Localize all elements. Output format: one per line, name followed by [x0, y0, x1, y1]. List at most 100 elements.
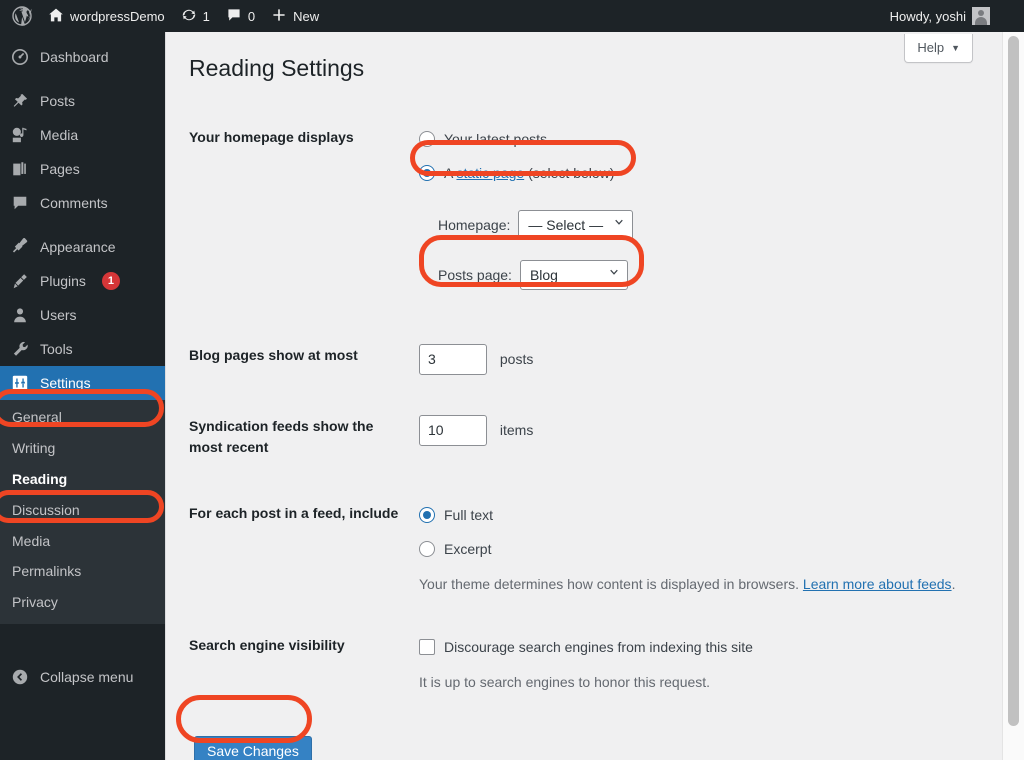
sidebar-divider — [0, 74, 165, 84]
search-visibility-description: It is up to search engines to honor this… — [419, 674, 711, 691]
pages-icon — [10, 159, 30, 179]
settings-submenu: General Writing Reading Discussion Media… — [0, 400, 165, 625]
sidebar-item-label: Appearance — [40, 239, 116, 255]
row-label: Search engine visibility — [189, 637, 345, 654]
row-search-engine-visibility: Search engine visibility Discourage sear… — [189, 608, 979, 706]
main-content: Help ▼ Reading Settings Your homepage di… — [165, 32, 1002, 760]
posts-per-page-input[interactable]: 3 — [419, 344, 487, 375]
admin-bar-right-group: Howdy, yoshi — [882, 0, 1024, 32]
chevron-down-icon — [608, 266, 620, 284]
option-latest-posts-label: Your latest posts — [444, 130, 547, 147]
row-field: Full text Excerpt Your theme determines … — [419, 502, 979, 594]
settings-sliders-icon — [10, 373, 30, 393]
chevron-left-circle-icon — [10, 667, 30, 687]
learn-more-feeds-link[interactable]: Learn more about feeds — [803, 576, 952, 592]
feed-include-description: Your theme determines how content is dis… — [419, 574, 964, 594]
pin-icon — [10, 91, 30, 111]
radio-excerpt[interactable] — [419, 541, 435, 557]
comments-count: 0 — [247, 8, 256, 24]
sidebar-subitem-media[interactable]: Media — [0, 526, 165, 557]
row-blog-pages: Blog pages show at most 3 posts — [189, 302, 979, 389]
row-feed-include: For each post in a feed, include Full te… — [189, 472, 979, 608]
sidebar-item-dashboard[interactable]: Dashboard — [0, 40, 165, 74]
new-content-label: New — [293, 8, 320, 24]
discourage-search-engines-label: Discourage search engines from indexing … — [444, 638, 753, 655]
row-field: Your latest posts A static page (select … — [419, 126, 979, 292]
static-page-link[interactable]: static page — [456, 165, 524, 181]
dashboard-icon — [10, 47, 30, 67]
site-name-menu[interactable]: wordpressDemo — [40, 0, 173, 32]
sidebar-item-appearance[interactable]: Appearance — [0, 230, 165, 264]
collapse-menu-button[interactable]: Collapse menu — [0, 660, 165, 694]
sidebar-subitem-discussion[interactable]: Discussion — [0, 495, 165, 526]
my-account-menu[interactable]: Howdy, yoshi — [882, 0, 998, 32]
page-scrollbar[interactable] — [1002, 32, 1024, 760]
comments-menu[interactable]: 0 — [218, 0, 263, 32]
avatar — [972, 7, 990, 25]
posts-page-select-row: Posts page: Blog — [438, 258, 979, 292]
row-field: 3 posts — [419, 344, 979, 375]
user-icon — [10, 305, 30, 325]
posts-page-select[interactable]: Blog — [519, 260, 628, 290]
content-left-border — [165, 32, 166, 760]
option-static-page[interactable]: A static page (select below) — [419, 160, 979, 186]
option-full-text[interactable]: Full text — [419, 502, 979, 528]
comment-bubble-icon — [226, 7, 242, 26]
discourage-search-engines-checkbox[interactable] — [419, 639, 435, 656]
plug-icon — [10, 271, 30, 291]
sidebar-menu: Dashboard Posts Media Pages Comments App… — [0, 32, 165, 400]
updates-icon — [181, 7, 197, 26]
sidebar-subitem-permalinks[interactable]: Permalinks — [0, 556, 165, 587]
radio-static-page[interactable] — [419, 165, 435, 181]
sidebar-item-comments[interactable]: Comments — [0, 186, 165, 220]
sidebar-subitem-reading[interactable]: Reading — [0, 464, 165, 495]
sidebar-item-label: Tools — [40, 341, 73, 357]
sidebar-subitem-general[interactable]: General — [0, 402, 165, 433]
updates-count: 1 — [202, 8, 210, 24]
sidebar-item-media[interactable]: Media — [0, 118, 165, 152]
sidebar-item-label: Pages — [40, 161, 80, 177]
sidebar-item-pages[interactable]: Pages — [0, 152, 165, 186]
wrench-icon — [10, 339, 30, 359]
option-latest-posts[interactable]: Your latest posts — [419, 126, 979, 152]
posts-page-select-value: Blog — [529, 266, 558, 283]
sidebar-item-posts[interactable]: Posts — [0, 84, 165, 118]
sidebar-item-label: Users — [40, 307, 77, 323]
option-excerpt-label: Excerpt — [444, 540, 492, 557]
radio-full-text[interactable] — [419, 507, 435, 523]
homepage-select-row: Homepage: — Select — — [438, 208, 979, 242]
static-prefix-text: A — [444, 164, 457, 181]
feed-items-input[interactable]: 10 — [419, 415, 487, 446]
homepage-select-value: — Select — — [528, 216, 604, 233]
site-name-label: wordpressDemo — [70, 8, 165, 24]
sidebar-item-plugins[interactable]: Plugins 1 — [0, 264, 165, 298]
new-content-menu[interactable]: New — [263, 0, 327, 32]
row-label: Syndication feeds show the most recent — [189, 418, 374, 455]
posts-page-select-label: Posts page: — [438, 266, 512, 283]
sidebar-item-settings[interactable]: Settings — [0, 366, 165, 400]
sidebar-item-users[interactable]: Users — [0, 298, 165, 332]
scrollbar-thumb[interactable] — [1008, 36, 1019, 726]
sidebar-subitem-writing[interactable]: Writing — [0, 433, 165, 464]
homepage-select[interactable]: — Select — — [518, 210, 634, 240]
row-label: Blog pages show at most — [189, 347, 358, 363]
option-excerpt[interactable]: Excerpt — [419, 536, 979, 562]
home-icon — [48, 7, 64, 26]
sidebar-divider — [0, 220, 165, 230]
sidebar-item-tools[interactable]: Tools — [0, 332, 165, 366]
save-changes-button[interactable]: Save Changes — [194, 736, 312, 760]
homepage-select-label: Homepage: — [438, 216, 511, 233]
sidebar-subitem-privacy[interactable]: Privacy — [0, 587, 165, 618]
wordpress-logo-icon[interactable] — [4, 0, 40, 32]
sidebar-item-label: Posts — [40, 93, 76, 109]
row-label: For each post in a feed, include — [189, 505, 399, 521]
discourage-search-engines-option[interactable]: Discourage search engines from indexing … — [419, 634, 979, 660]
radio-latest-posts[interactable] — [419, 131, 435, 147]
row-homepage-displays: Your homepage displays Your latest posts… — [189, 126, 979, 302]
reading-settings-form: Your homepage displays Your latest posts… — [189, 126, 979, 707]
media-icon — [10, 125, 30, 145]
plus-icon — [271, 7, 287, 26]
updates-menu[interactable]: 1 — [173, 0, 218, 32]
help-toggle-button[interactable]: Help ▼ — [904, 34, 973, 63]
row-syndication-feeds: Syndication feeds show the most recent 1… — [189, 389, 979, 472]
